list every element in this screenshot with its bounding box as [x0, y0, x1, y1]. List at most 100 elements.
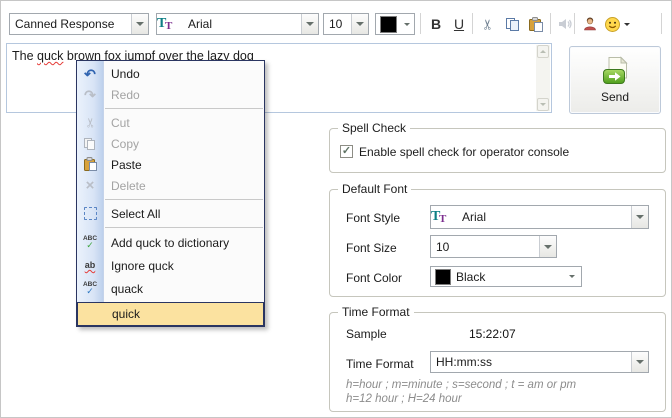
menu-separator: [105, 199, 263, 200]
truetype-font-icon: TT: [431, 208, 447, 225]
chevron-down-icon: [624, 22, 630, 26]
underline-button[interactable]: U: [448, 13, 470, 35]
copy-button[interactable]: [501, 13, 523, 35]
font-size-dropdown-button[interactable]: [351, 14, 368, 34]
scroll-up-button[interactable]: [537, 45, 549, 58]
toolbar-separator: [472, 13, 473, 34]
paste-button[interactable]: [525, 13, 547, 35]
font-size-value: 10: [329, 17, 343, 31]
send-button-label: Send: [600, 90, 630, 104]
toolbar-separator: [661, 13, 662, 34]
menu-separator: [105, 227, 263, 228]
font-family-select[interactable]: TT Arial: [156, 13, 319, 35]
time-format-note-line1: h=hour ; m=minute ; s=second ; t = am or…: [346, 379, 577, 391]
sample-label: Sample: [346, 327, 387, 341]
chevron-down-icon: [636, 360, 644, 364]
operator-console-window: Canned Response TT Arial 10 B U ✂ The qu…: [0, 0, 672, 418]
copy-icon: [505, 17, 519, 31]
canned-response-select[interactable]: Canned Response: [9, 13, 149, 35]
truetype-font-icon: TT: [157, 15, 173, 32]
cut-icon: ✂: [479, 18, 496, 30]
chevron-down-icon: [306, 22, 314, 26]
font-size-dropdown-button[interactable]: [539, 236, 556, 257]
default-font-size-value: 10: [436, 239, 450, 254]
message-scrollbar[interactable]: [536, 45, 550, 111]
spell-check-checkbox-label: Enable spell check for operator console: [359, 145, 570, 159]
select-all-icon: [83, 207, 97, 220]
chevron-down-icon: [544, 244, 552, 249]
ignore-word-icon: ab: [84, 260, 96, 270]
menu-item-suggestion-quick[interactable]: quick: [77, 302, 264, 326]
checkmark-icon: ✓: [341, 144, 352, 157]
chevron-down-icon: [569, 275, 575, 278]
time-format-note-line2: h=12 hour ; H=24 hour: [346, 393, 462, 405]
suggestion-check-icon: ABC ✓: [82, 280, 98, 297]
menu-item-ignore-word[interactable]: ab Ignore quck: [77, 254, 264, 277]
bold-button[interactable]: B: [425, 13, 447, 35]
menu-item-copy[interactable]: Copy: [77, 133, 264, 154]
default-font-style-select[interactable]: TT Arial: [430, 205, 649, 229]
sound-button[interactable]: [554, 13, 576, 35]
operator-button[interactable]: [579, 13, 601, 35]
default-font-group-title: Default Font: [338, 182, 412, 196]
send-button[interactable]: Send: [569, 46, 661, 114]
menu-item-undo[interactable]: ↶ Undo: [77, 63, 264, 84]
underline-icon: U: [453, 16, 465, 32]
time-format-group-title: Time Format: [338, 305, 414, 319]
default-font-size-select[interactable]: 10: [430, 235, 557, 258]
menu-item-add-to-dictionary[interactable]: ABC ✓ Add quck to dictionary: [77, 231, 264, 254]
font-style-label: Font Style: [346, 211, 401, 225]
send-icon: [603, 56, 628, 84]
toolbar-separator: [420, 13, 421, 34]
time-format-value: HH:mm:ss: [436, 355, 492, 369]
chevron-up-icon: [540, 50, 546, 53]
menu-item-delete[interactable]: × Delete: [77, 175, 264, 196]
delete-icon: ×: [85, 177, 95, 194]
chevron-down-icon: [540, 103, 546, 106]
spell-check-checkbox[interactable]: ✓: [340, 145, 353, 158]
cut-button[interactable]: ✂: [477, 13, 499, 35]
time-format-dropdown-button[interactable]: [631, 352, 648, 372]
scroll-down-button[interactable]: [537, 98, 549, 111]
emoticon-button[interactable]: [602, 13, 632, 35]
chevron-down-icon: [404, 22, 410, 26]
add-to-dictionary-icon: ABC ✓: [82, 234, 98, 251]
sample-time-value: 15:22:07: [469, 327, 516, 341]
font-color-picker[interactable]: [375, 13, 415, 35]
menu-item-paste[interactable]: Paste: [77, 154, 264, 175]
bold-icon: B: [430, 16, 442, 32]
toolbar-separator: [550, 13, 551, 34]
operator-icon: [584, 17, 596, 31]
color-swatch-icon: [435, 268, 451, 285]
paste-icon: [83, 157, 97, 171]
chevron-down-icon: [136, 22, 144, 26]
time-format-label: Time Format: [346, 357, 414, 371]
font-family-value: Arial: [188, 17, 213, 31]
time-format-group: Time Format Sample 15:22:07 Time Format …: [329, 305, 666, 412]
redo-icon: ↷: [84, 86, 96, 103]
canned-response-value: Canned Response: [15, 17, 115, 31]
default-font-color-value: Black: [456, 269, 486, 284]
menu-item-suggestion-quack[interactable]: ABC ✓ quack: [77, 277, 264, 300]
context-menu: ↶ Undo ↷ Redo ✂ Cut Copy Paste × Delete …: [76, 60, 265, 327]
default-font-color-select[interactable]: Black: [430, 266, 582, 287]
paste-icon: [529, 17, 543, 32]
chevron-down-icon: [636, 215, 644, 219]
font-color-label: Font Color: [346, 271, 403, 285]
menu-item-redo[interactable]: ↷ Redo: [77, 84, 264, 105]
time-format-select[interactable]: HH:mm:ss: [430, 351, 649, 373]
menu-item-select-all[interactable]: Select All: [77, 203, 264, 224]
font-family-dropdown-button[interactable]: [301, 14, 318, 34]
menu-separator: [105, 108, 263, 109]
font-size-select[interactable]: 10: [323, 13, 369, 35]
font-style-dropdown-button[interactable]: [631, 206, 648, 228]
toolbar-separator: [574, 13, 575, 34]
canned-response-dropdown-button[interactable]: [131, 14, 148, 34]
spell-check-group: Spell Check ✓ Enable spell check for ope…: [329, 121, 666, 173]
misspelled-word[interactable]: quck: [37, 49, 63, 63]
cut-icon: ✂: [82, 117, 98, 128]
sound-icon: [559, 19, 572, 29]
chevron-down-icon: [356, 22, 364, 26]
color-swatch-icon: [380, 15, 397, 33]
menu-item-cut[interactable]: ✂ Cut: [77, 112, 264, 133]
